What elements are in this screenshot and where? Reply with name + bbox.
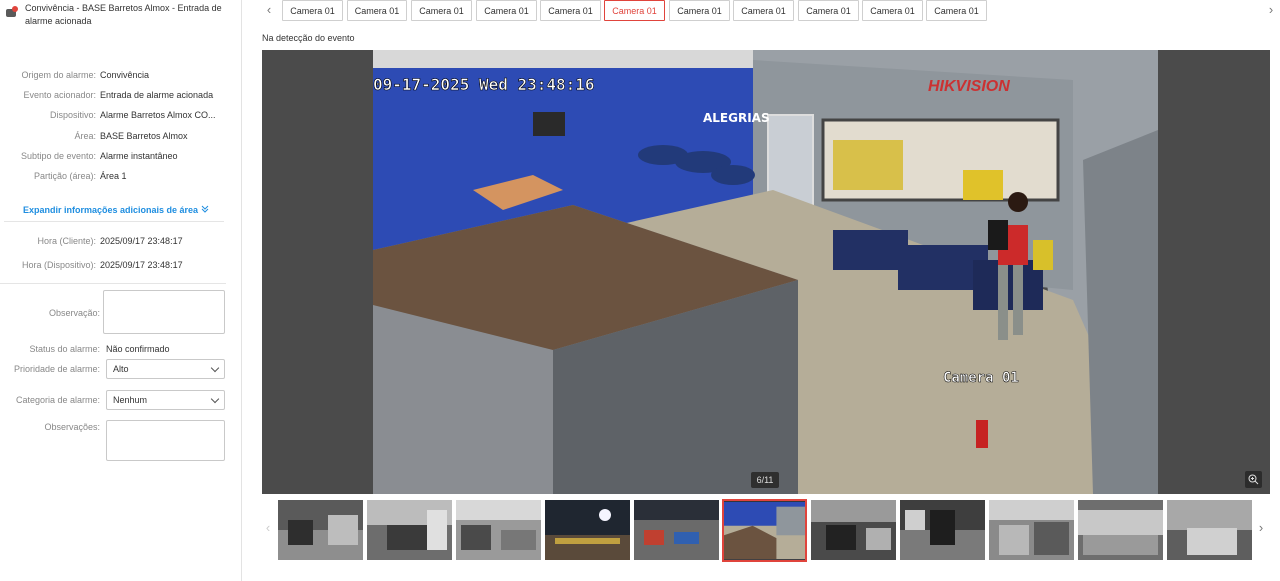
detail-label: Evento acionador: [23,90,96,100]
wall-sign-text: ALEGRIAS [703,111,770,125]
camera-tabs-bar: ‹ Camera 01 Camera 01 Camera 01 Camera 0… [262,0,1280,21]
tab-camera[interactable]: Camera 01 [476,0,537,21]
detail-row-partition: Partição (área): Área 1 [0,171,242,181]
time-value: 2025/09/17 23:48:17 [100,236,183,246]
thumbnail-active[interactable] [722,499,807,562]
camera-frame: 09-17-2025 Wed 23:48:16 HIKVISION Camera… [373,50,1158,494]
zoom-in-icon[interactable] [1245,471,1262,488]
category-selected-value: Nenhum [113,395,148,405]
tab-camera[interactable]: Camera 01 [411,0,472,21]
tab-camera[interactable]: Camera 01 [733,0,794,21]
detail-row-device: Dispositivo: Alarme Barretos Almox CO... [0,110,242,120]
observation-label: Observação: [48,308,100,318]
camera-name-overlay: Camera 01 [943,370,1019,386]
priority-select[interactable]: Alto [106,359,225,379]
tab-camera[interactable]: Camera 01 [347,0,407,21]
thumbnail[interactable] [900,500,985,560]
detail-label: Dispositivo: [49,110,96,120]
alarm-detail-view: Convivência - BASE Barretos Almox - Entr… [0,0,1280,581]
tab-camera[interactable]: Camera 01 [282,0,343,21]
time-value: 2025/09/17 23:48:17 [100,260,183,270]
thumbnail[interactable] [367,500,452,560]
thumbnail[interactable] [989,500,1074,560]
tab-camera[interactable]: Camera 01 [926,0,987,21]
brand-overlay: HIKVISION [928,78,1010,95]
divider [4,221,224,222]
detail-value: Alarme Barretos Almox CO... [100,110,216,120]
chevron-down-icon [210,363,220,372]
detail-value: Entrada de alarme acionada [100,90,214,100]
priority-selected-value: Alto [113,364,129,374]
time-row-client: Hora (Cliente): 2025/09/17 23:48:17 [0,236,242,246]
expand-area-info-link[interactable]: Expandir informações adicionais de área [23,205,209,215]
detail-label: Área: [74,131,96,141]
time-label: Hora (Cliente): [37,236,96,246]
alarm-title-row: Convivência - BASE Barretos Almox - Entr… [6,2,236,28]
thumbnail-strip: ‹ › [262,499,1270,563]
chevron-down-icon [210,394,220,403]
tab-camera[interactable]: Camera 01 [669,0,730,21]
divider [0,283,226,284]
category-label: Categoria de alarme: [15,395,100,405]
detail-label: Origem do alarme: [21,70,96,80]
tab-camera[interactable]: Camera 01 [798,0,859,21]
alarm-status-label: Status do alarme: [29,344,100,354]
detail-row-origin: Origem do alarme: Convivência [0,70,242,80]
chevron-left-icon[interactable]: ‹ [264,3,274,17]
frame-counter: 6/11 [751,472,779,488]
alarm-status-value: Não confirmado [106,344,170,354]
thumbnail[interactable] [1167,500,1252,560]
priority-label: Prioridade de alarme: [13,364,100,374]
category-select[interactable]: Nenhum [106,390,225,410]
detail-value: Alarme instantâneo [100,151,178,161]
notes-label: Observações: [44,422,100,432]
time-row-device: Hora (Dispositivo): 2025/09/17 23:48:17 [0,260,242,270]
double-chevron-down-icon [201,205,209,215]
detail-value: BASE Barretos Almox [100,131,188,141]
tab-camera[interactable]: Camera 01 [540,0,601,21]
alarm-title: Convivência - BASE Barretos Almox - Entr… [25,3,222,26]
detail-label: Subtipo de evento: [20,151,96,161]
detail-row-trigger: Evento acionador: Entrada de alarme acio… [0,90,242,100]
detail-row-subtype: Subtipo de evento: Alarme instantâneo [0,151,242,161]
notes-field[interactable] [106,420,225,461]
thumbnail[interactable] [1078,500,1163,560]
thumbnail[interactable] [634,500,719,560]
chevron-right-icon[interactable]: › [1266,3,1276,17]
detail-value: Área 1 [100,171,127,181]
tab-camera-active[interactable]: Camera 01 [604,0,665,21]
detail-row-area: Área: BASE Barretos Almox [0,131,242,141]
timestamp-overlay: 09-17-2025 Wed 23:48:16 [373,75,595,94]
chevron-left-icon[interactable]: ‹ [263,521,273,535]
detail-label: Partição (área): [33,171,96,181]
video-viewer[interactable]: 09-17-2025 Wed 23:48:16 HIKVISION Camera… [262,50,1270,494]
observation-field[interactable] [103,290,225,334]
alarm-info-panel: Convivência - BASE Barretos Almox - Entr… [0,0,242,581]
detail-value: Convivência [100,70,150,80]
section-label: Na detecção do evento [262,33,355,43]
time-label: Hora (Dispositivo): [21,260,96,270]
thumbnail[interactable] [278,500,363,560]
chevron-right-icon[interactable]: › [1256,521,1266,535]
expand-label: Expandir informações adicionais de área [23,205,199,215]
thumbnail[interactable] [545,500,630,560]
alarm-icon [6,5,19,18]
thumbnail[interactable] [811,500,896,560]
tab-camera[interactable]: Camera 01 [862,0,923,21]
thumbnail[interactable] [456,500,541,560]
